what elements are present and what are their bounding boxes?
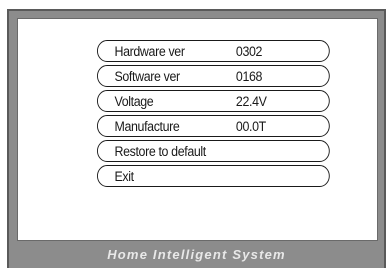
menu-item-voltage[interactable]: Voltage 22.4V bbox=[97, 90, 330, 112]
info-menu: Hardware ver 0302 Software ver 0168 Volt… bbox=[97, 40, 330, 190]
menu-item-label: Restore to default bbox=[114, 143, 206, 159]
menu-item-label: Software ver bbox=[114, 68, 180, 84]
menu-item-software-ver[interactable]: Software ver 0168 bbox=[97, 65, 330, 87]
menu-item-label: Manufacture bbox=[114, 118, 180, 134]
exit-button[interactable]: Exit bbox=[97, 165, 330, 187]
menu-item-label: Exit bbox=[114, 168, 134, 184]
menu-item-label: Hardware ver bbox=[114, 43, 185, 59]
device-screen-frame: Hardware ver 0302 Software ver 0168 Volt… bbox=[7, 9, 386, 268]
menu-item-value: 0168 bbox=[235, 68, 263, 84]
menu-item-value: 0302 bbox=[235, 43, 263, 59]
menu-item-manufacture[interactable]: Manufacture 00.0T bbox=[97, 115, 330, 137]
footer-brand-text: Home Intelligent System bbox=[107, 247, 286, 262]
menu-item-hardware-ver[interactable]: Hardware ver 0302 bbox=[97, 40, 330, 62]
restore-default-button[interactable]: Restore to default bbox=[97, 140, 330, 162]
menu-item-value: 22.4V bbox=[235, 93, 267, 109]
menu-item-label: Voltage bbox=[114, 93, 154, 109]
menu-item-value: 00.0T bbox=[235, 118, 266, 134]
